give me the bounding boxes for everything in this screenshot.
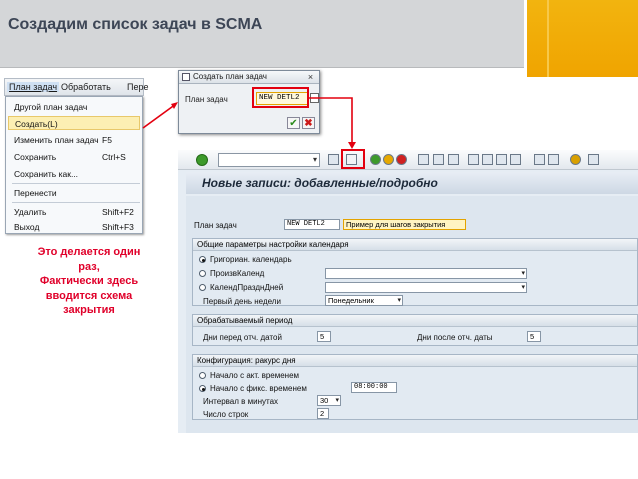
help-icon[interactable] (570, 154, 581, 165)
group-title: Общие параметры настройки календаря (193, 239, 637, 251)
days-before-label: Дни перед отч. датой (203, 333, 282, 342)
find-icon[interactable] (433, 154, 444, 165)
radio-label: Григориан. календарь (210, 255, 292, 264)
days-before-input[interactable]: 5 (317, 331, 331, 342)
radio-label: КалендПразднДней (210, 283, 284, 292)
days-after-label: Дни после отч. даты (417, 333, 493, 342)
calendar-group: Общие параметры настройки календаря Григ… (192, 238, 638, 306)
group-title: Обрабатываемый период (193, 315, 637, 327)
sap-main-screen: ▾ Новые записи: добавленные/подробно Пла… (178, 150, 638, 433)
save-highlight-frame (341, 149, 365, 169)
radio-label: ПроизвКаленд (210, 269, 265, 278)
shortcut-icon[interactable] (548, 154, 559, 165)
detail-area: План задач NEW DETL2 Пример для шагов за… (186, 196, 638, 433)
standard-toolbar: ▾ (178, 150, 638, 170)
cancel-icon[interactable] (396, 154, 407, 165)
radio-factory-calendar[interactable] (199, 270, 206, 277)
plan-description-input[interactable]: Пример для шагов закрытия (343, 219, 466, 230)
radio-fixed-time[interactable] (199, 385, 206, 392)
radio-holiday-calendar[interactable] (199, 284, 206, 291)
exit-icon[interactable] (383, 154, 394, 165)
days-after-input[interactable]: 5 (527, 331, 541, 342)
input-highlight-frame (252, 87, 309, 108)
holiday-calendar-select[interactable]: ▾ (325, 282, 527, 293)
back-icon[interactable] (370, 154, 381, 165)
fixed-time-input[interactable]: 08:00:00 (351, 382, 397, 393)
enter-icon[interactable] (196, 154, 208, 166)
first-page-icon[interactable] (468, 154, 479, 165)
group-title: Конфигурация: ракурс дня (193, 355, 637, 367)
next-page-icon[interactable] (496, 154, 507, 165)
new-session-icon[interactable] (534, 154, 545, 165)
day-view-group: Конфигурация: ракурс дня Начало с акт. в… (192, 354, 638, 420)
layout-icon[interactable] (588, 154, 599, 165)
radio-label: Начало с акт. временем (210, 371, 300, 380)
find-next-icon[interactable] (448, 154, 459, 165)
radio-current-time[interactable] (199, 372, 206, 379)
radio-gregorian[interactable] (199, 256, 206, 263)
last-page-icon[interactable] (510, 154, 521, 165)
plan-label: План задач (194, 221, 237, 230)
prev-page-icon[interactable] (482, 154, 493, 165)
plan-code-field[interactable]: NEW DETL2 (284, 219, 340, 230)
screen-title: Новые записи: добавленные/подробно (186, 172, 638, 194)
factory-calendar-select[interactable]: ▾ (325, 268, 527, 279)
first-day-select[interactable]: Понедельник ▾ (325, 295, 403, 306)
rows-input[interactable]: 2 (317, 408, 329, 419)
interval-select[interactable]: 30 ▾ (317, 395, 341, 406)
back-arrow-icon[interactable] (328, 154, 339, 165)
print-icon[interactable] (418, 154, 429, 165)
radio-label: Начало с фикс. временем (210, 384, 307, 393)
period-group: Обрабатываемый период Дни перед отч. дат… (192, 314, 638, 346)
rows-label: Число строк (203, 410, 249, 419)
command-field[interactable]: ▾ (218, 153, 320, 167)
interval-label: Интервал в минутах (203, 397, 279, 406)
first-day-label: Первый день недели (203, 297, 281, 306)
